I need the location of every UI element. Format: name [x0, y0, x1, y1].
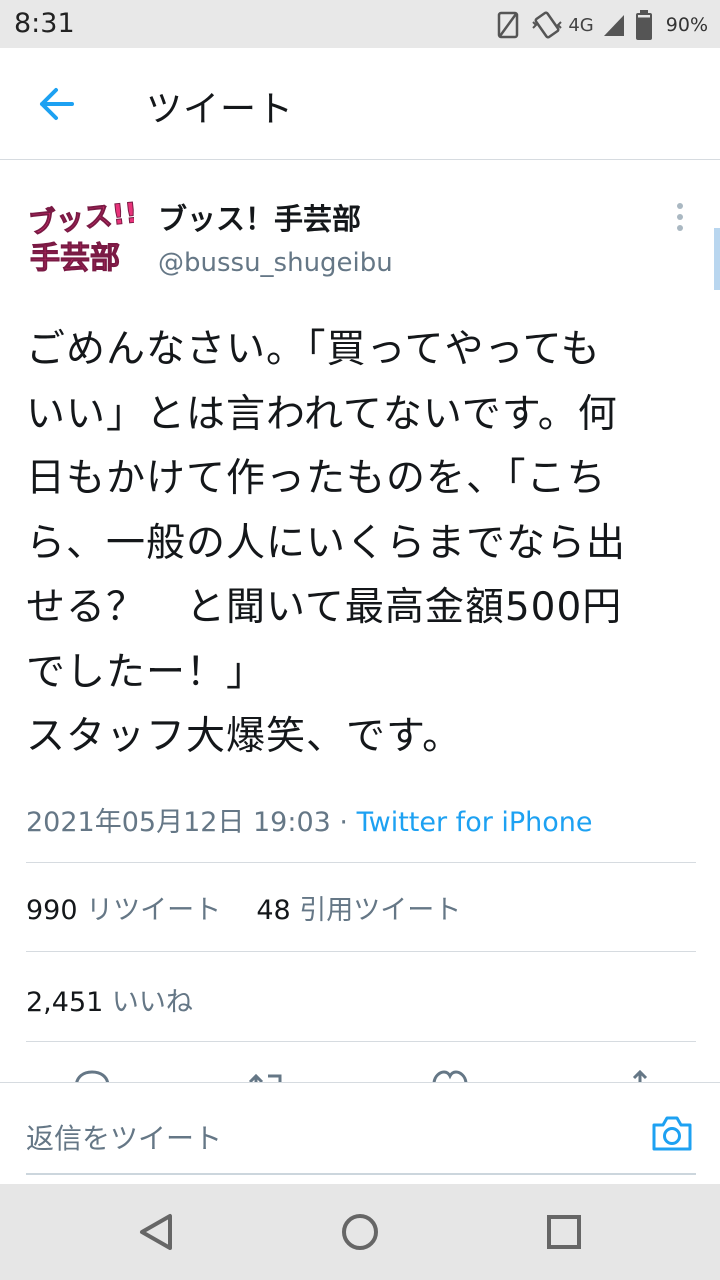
battery-icon — [635, 10, 652, 40]
back-nav-icon[interactable] — [132, 1208, 180, 1256]
avatar[interactable]: ブッス!! 手芸部 — [26, 196, 134, 276]
system-nav-bar — [0, 1184, 720, 1280]
screen-rotate-icon — [498, 11, 519, 39]
quote-count: 48 — [256, 895, 291, 926]
quote-label: 引用ツイート — [299, 895, 462, 926]
status-bar: 8:31 4G 90% — [0, 0, 720, 48]
reply-underline — [26, 1173, 696, 1175]
meta-separator: · — [339, 807, 349, 838]
reply-input[interactable]: 返信をツイート — [26, 1117, 222, 1157]
arrow-left-icon[interactable] — [36, 84, 76, 124]
battery-percent: 90% — [665, 14, 708, 36]
vibrate-icon — [532, 11, 563, 39]
divider — [26, 862, 696, 863]
reply-bar: 返信をツイート — [0, 1082, 720, 1184]
more-vertical-icon[interactable] — [666, 198, 694, 238]
retweet-icon[interactable] — [246, 1068, 286, 1082]
like-label: いいね — [111, 987, 193, 1018]
timestamp: 2021年05月12日 19:03 — [26, 807, 331, 838]
share-icon[interactable] — [620, 1068, 660, 1082]
heart-icon[interactable] — [430, 1068, 470, 1082]
retweet-count: 990 — [26, 895, 78, 926]
divider — [26, 1041, 696, 1042]
svg-text:手芸部: 手芸部 — [30, 241, 120, 276]
scrollbar[interactable] — [714, 228, 720, 290]
app-header: ツイート — [0, 48, 720, 160]
like-count: 2,451 — [26, 987, 104, 1018]
status-icons: 4G 90% — [496, 8, 708, 42]
source-link[interactable]: Twitter for iPhone — [357, 807, 593, 838]
page-title: ツイート — [146, 89, 295, 130]
svg-text:ブッス!!: ブッス!! — [27, 196, 134, 240]
signal-icon — [603, 15, 624, 36]
recents-nav-icon[interactable] — [540, 1208, 588, 1256]
reply-icon[interactable] — [72, 1068, 112, 1082]
tweet-meta: 2021年05月12日 19:03 · Twitter for iPhone — [26, 800, 593, 839]
camera-icon[interactable] — [650, 1113, 694, 1153]
retweet-label: リツイート — [86, 895, 222, 926]
home-nav-icon[interactable] — [336, 1208, 384, 1256]
retweet-stats[interactable]: 990 リツイート 48 引用ツイート — [26, 888, 461, 927]
tweet-text: ごめんなさい。「買ってやっても いい」とは言われてないです。何 日もかけて作った… — [26, 327, 627, 759]
display-name[interactable]: ブッス！手芸部 — [158, 196, 361, 238]
tweet-actions — [0, 1062, 720, 1082]
network-type: 4G — [568, 14, 594, 36]
username[interactable]: @bussu_shugeibu — [158, 248, 393, 278]
status-time: 8:31 — [14, 8, 75, 39]
divider — [26, 951, 696, 952]
like-stats[interactable]: 2,451 いいね — [26, 980, 193, 1019]
